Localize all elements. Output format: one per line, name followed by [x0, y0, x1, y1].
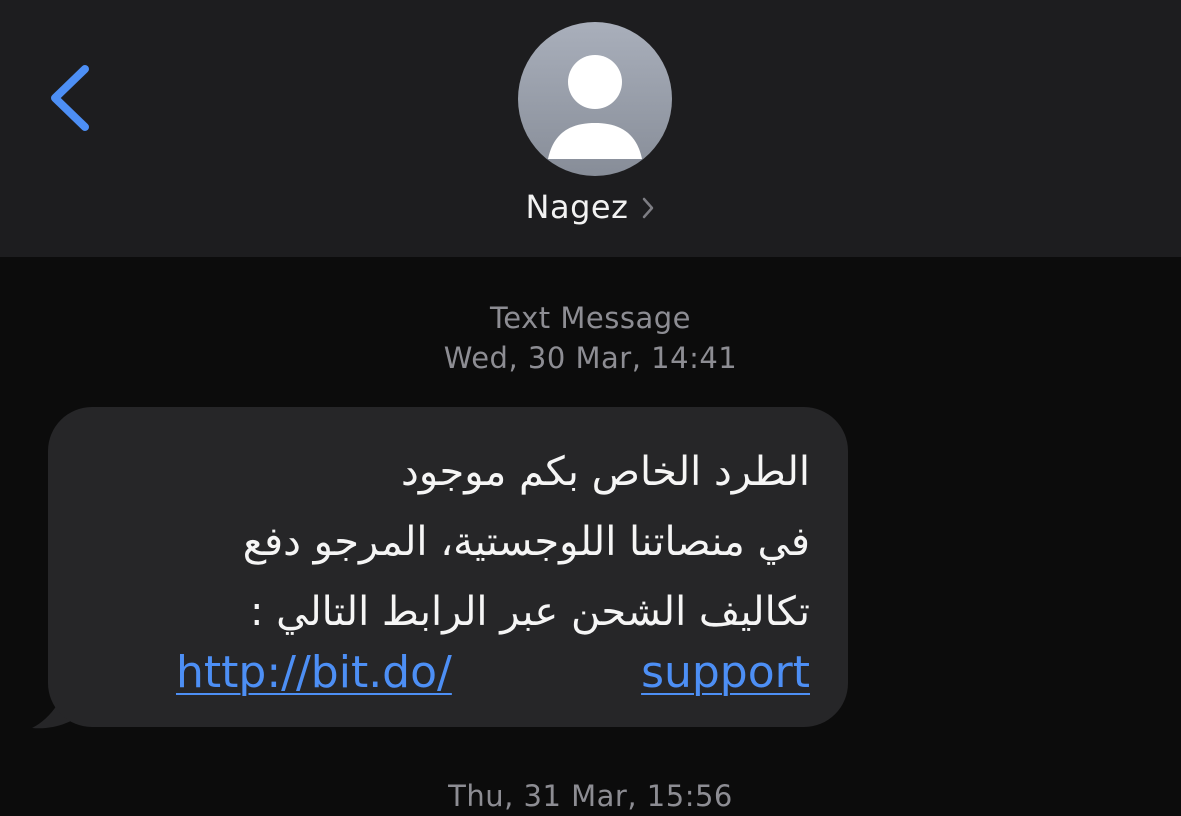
back-button[interactable]: [40, 55, 110, 145]
message-type-label: Text Message: [490, 301, 691, 335]
chevron-left-icon: [51, 65, 89, 131]
message-line: الطرد الخاص بكم موجود: [401, 449, 810, 495]
person-silhouette-icon: [548, 55, 642, 159]
message-link-continuation[interactable]: support: [641, 643, 810, 703]
message-bubble[interactable]: الطرد الخاص بكم موجود في منصاتنا اللوجست…: [48, 407, 848, 727]
contact-name-button[interactable]: Nagez: [0, 188, 1181, 226]
contact-name: Nagez: [525, 188, 629, 226]
message-link[interactable]: http://bit.do/: [176, 643, 452, 703]
message-link-row: http://bit.do/ support: [176, 643, 810, 703]
message-body: الطرد الخاص بكم موجود في منصاتنا اللوجست…: [90, 437, 810, 647]
message-line: تكاليف الشحن عبر الرابط التالي :: [249, 589, 810, 635]
message-timestamp: Wed, 30 Mar, 14:41: [443, 341, 738, 375]
message-meta: Text Message Wed, 30 Mar, 14:41: [0, 298, 1181, 378]
chevron-right-icon: [643, 197, 654, 219]
next-message-timestamp: Thu, 31 Mar, 15:56: [448, 779, 733, 813]
message-line: في منصاتنا اللوجستية، المرجو دفع: [242, 519, 810, 565]
contact-avatar[interactable]: [518, 22, 672, 176]
conversation-header: Nagez: [0, 0, 1181, 257]
